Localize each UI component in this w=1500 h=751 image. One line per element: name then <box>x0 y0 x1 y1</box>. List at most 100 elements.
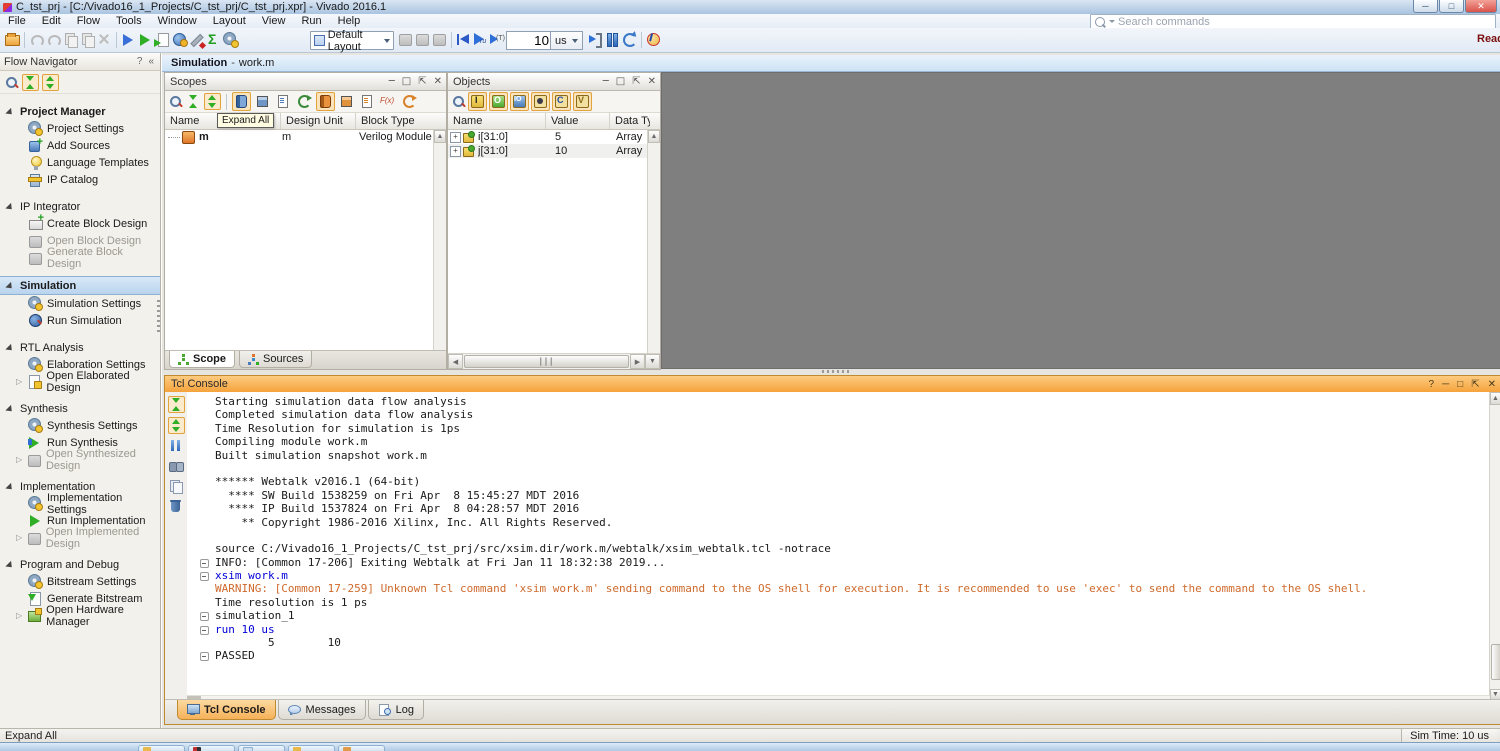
column-block-type[interactable]: Block Type <box>356 113 433 129</box>
search-icon[interactable] <box>168 94 183 109</box>
expand-arrow-icon[interactable]: ▷ <box>16 455 25 464</box>
run-for-time-icon[interactable] <box>489 31 506 48</box>
menu-flow[interactable]: Flow <box>69 14 108 28</box>
show-variables-icon[interactable] <box>573 92 592 111</box>
scroll-up-icon[interactable]: ▲ <box>648 130 660 143</box>
column-name[interactable]: Name <box>448 113 546 129</box>
copy-icon[interactable] <box>62 31 79 48</box>
fold-marker-icon[interactable] <box>200 612 209 621</box>
search-icon[interactable] <box>4 75 19 90</box>
section-rtl-analysis[interactable]: RTL Analysis <box>0 339 160 356</box>
scroll-left-icon[interactable]: ◀ <box>448 354 463 369</box>
scope-row-m[interactable]: m m Verilog Module <box>165 130 446 144</box>
menu-edit[interactable]: Edit <box>34 14 69 28</box>
fold-marker-icon[interactable] <box>200 652 209 661</box>
show-internal-signals-icon[interactable] <box>531 92 550 111</box>
taskbar-button[interactable] <box>188 745 235 751</box>
float-panel-icon[interactable]: ⇱ <box>1471 379 1479 390</box>
float-panel-icon[interactable]: ⇱ <box>418 74 426 89</box>
expand-icon[interactable]: + <box>450 146 461 157</box>
expand-arrow-icon[interactable]: ▷ <box>16 533 25 542</box>
clear-console-icon[interactable] <box>168 498 184 514</box>
tcl-console-output[interactable]: Starting simulation data flow analysisCo… <box>187 392 1490 700</box>
section-collapse-icon[interactable] <box>5 203 14 212</box>
section-collapse-icon[interactable] <box>5 483 14 492</box>
taskbar-button[interactable] <box>338 745 385 751</box>
expand-all-icon[interactable] <box>42 74 59 91</box>
section-project-manager[interactable]: Project Manager <box>0 103 160 120</box>
search-commands-box[interactable]: Search commands <box>1090 14 1496 29</box>
paste-icon[interactable] <box>79 31 96 48</box>
collapse-all-icon[interactable] <box>168 396 185 413</box>
scrollbar-thumb[interactable] <box>1491 644 1500 680</box>
project-settings-icon[interactable] <box>222 31 239 48</box>
help-icon[interactable]: ? <box>1429 379 1435 390</box>
scrollbar-thumb[interactable]: ┃┃┃ <box>464 355 629 368</box>
sidebar-item-project-settings[interactable]: Project Settings <box>0 120 160 137</box>
taskbar-button[interactable] <box>288 745 335 751</box>
report-sum-icon[interactable] <box>205 31 222 48</box>
scroll-right-icon[interactable]: ▶ <box>630 354 645 369</box>
menu-tools[interactable]: Tools <box>108 14 150 28</box>
sidebar-item-generate-block-design[interactable]: Generate Block Design <box>0 249 160 266</box>
sidebar-item-open-hardware-manager[interactable]: ▷Open Hardware Manager <box>0 607 160 624</box>
help-icon[interactable]: ? <box>137 56 143 67</box>
scroll-down-icon[interactable]: ▼ <box>645 354 660 369</box>
tab-scope[interactable]: Scope <box>169 351 235 368</box>
generate-bitstream-icon[interactable] <box>154 31 171 48</box>
copy-icon[interactable] <box>168 478 184 494</box>
expand-arrow-icon[interactable]: ▷ <box>16 377 25 386</box>
section-ip-integrator[interactable]: IP Integrator <box>0 198 160 215</box>
dashboard-icon-2[interactable] <box>414 31 431 48</box>
run-synthesis-icon[interactable] <box>120 31 137 48</box>
minimize-panel-icon[interactable]: ─ <box>389 74 395 89</box>
minimize-panel-icon[interactable]: ─ <box>1442 379 1449 390</box>
sidebar-item-create-block-design[interactable]: Create Block Design <box>0 215 160 232</box>
open-file-icon[interactable] <box>4 31 21 48</box>
sidebar-splitter[interactable] <box>157 300 160 334</box>
maximize-panel-icon[interactable]: □ <box>616 74 625 89</box>
scroll-up-icon[interactable]: ▲ <box>434 130 446 143</box>
run-all-icon[interactable] <box>472 31 489 48</box>
restart-simulation-icon[interactable] <box>455 31 472 48</box>
sidebar-item-ip-catalog[interactable]: IP Catalog <box>0 171 160 188</box>
scopes-vertical-scrollbar[interactable]: ▲ <box>433 130 446 352</box>
redo-icon[interactable] <box>45 31 62 48</box>
close-panel-icon[interactable]: ✕ <box>1488 379 1496 390</box>
show-vhdl-loops-icon[interactable] <box>400 92 419 111</box>
sidebar-item-language-templates[interactable]: Language Templates <box>0 154 160 171</box>
relaunch-icon[interactable] <box>621 31 638 48</box>
maximize-button[interactable]: □ <box>1439 0 1464 13</box>
expand-icon[interactable]: + <box>450 132 461 143</box>
object-row-i[interactable]: + i[31:0] 5 Array <box>448 130 660 144</box>
sidebar-item-add-sources[interactable]: Add Sources <box>0 137 160 154</box>
show-inouts-icon[interactable] <box>510 92 529 111</box>
expand-arrow-icon[interactable]: ▷ <box>16 611 25 620</box>
fold-marker-icon[interactable] <box>200 572 209 581</box>
tab-tcl-console[interactable]: Tcl Console <box>177 700 276 720</box>
collapse-all-icon[interactable] <box>185 93 202 110</box>
search-options-chevron-icon[interactable] <box>1109 20 1115 23</box>
taskbar-button[interactable] <box>238 745 285 751</box>
open-target-icon[interactable] <box>171 31 188 48</box>
float-panel-icon[interactable]: ⇱ <box>632 74 640 89</box>
show-instances-icon[interactable] <box>253 92 272 111</box>
show-constants-icon[interactable] <box>552 92 571 111</box>
show-vhdl-modules-icon[interactable] <box>316 92 335 111</box>
section-collapse-icon[interactable] <box>5 561 14 570</box>
dashboard-icon-1[interactable] <box>397 31 414 48</box>
step-icon[interactable] <box>587 31 604 48</box>
time-unit-select[interactable]: us <box>550 31 583 50</box>
sidebar-item-open-elaborated-design[interactable]: ▷Open Elaborated Design <box>0 373 160 390</box>
minimize-panel-icon[interactable]: ─ <box>603 74 609 89</box>
close-button[interactable]: ✕ <box>1465 0 1497 13</box>
expand-all-icon[interactable] <box>204 93 221 110</box>
pause-output-icon[interactable] <box>168 438 184 454</box>
section-program-and-debug[interactable]: Program and Debug <box>0 556 160 573</box>
taskbar-button[interactable] <box>138 745 185 751</box>
minimize-button[interactable]: ─ <box>1413 0 1438 13</box>
column-value[interactable]: Value <box>546 113 610 129</box>
pause-icon[interactable] <box>604 31 621 48</box>
section-collapse-icon[interactable] <box>5 282 14 291</box>
sim-time-input[interactable] <box>506 31 553 50</box>
